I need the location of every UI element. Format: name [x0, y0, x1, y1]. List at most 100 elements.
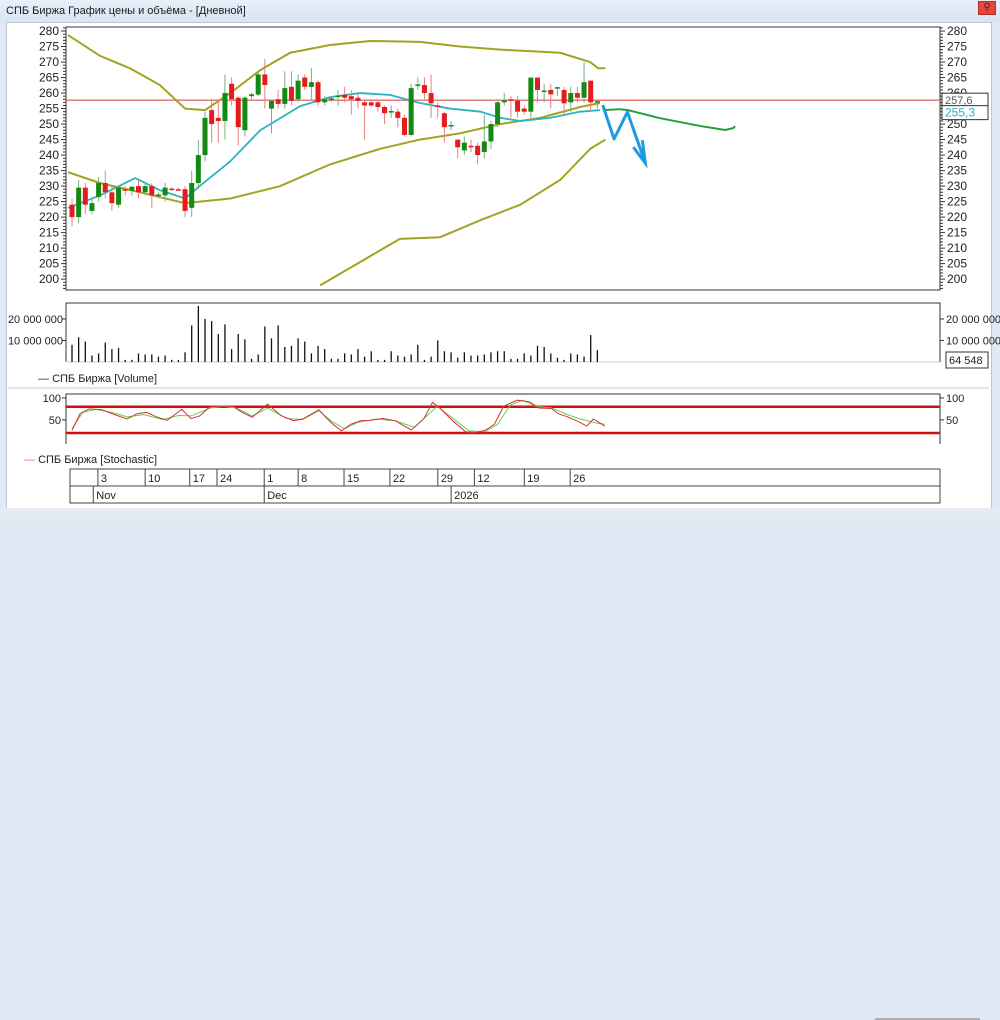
candle-body [182, 189, 188, 211]
candle-body [315, 82, 321, 103]
candle-body [428, 93, 434, 104]
candle-body [574, 93, 580, 98]
candle-body [528, 77, 534, 112]
candle-body [421, 84, 427, 94]
stochastic-legend: — СПБ Биржа [Stochastic] [24, 454, 157, 466]
candle-body [435, 105, 441, 108]
candle-body [362, 102, 368, 106]
candle-body [501, 100, 507, 103]
candle-body [136, 186, 141, 193]
chart-canvas[interactable]: 200 200205 205210 210215 215220 220225 225230 2… [0, 0, 1000, 521]
candle-body [195, 155, 201, 184]
candle-body [355, 97, 361, 101]
candle-body [515, 100, 521, 112]
candle-body [455, 139, 461, 148]
price-axis-label-left: 250 [39, 117, 59, 131]
candle-body [262, 74, 268, 85]
month-label: Nov [96, 490, 116, 502]
candle-body [568, 93, 574, 103]
stochastic-axis-label-right: 50 [946, 415, 958, 427]
volume-panel: 10 000 000 10 000 000 20 000 000 20 000 000… [8, 302, 1000, 369]
candle-body [328, 98, 334, 100]
candle-body [116, 187, 122, 205]
day-label: 3 [101, 473, 107, 485]
candle-body [521, 108, 527, 112]
price-axis-label-left: 210 [39, 241, 59, 255]
volume-axis-label-right: 10 000 000 [946, 335, 1000, 347]
candle-body [308, 82, 314, 87]
candle-body [189, 183, 195, 208]
stochastic-axis-label-left: 100 [43, 393, 61, 405]
price-axis-label-right: 245 [947, 133, 967, 147]
candle-body [388, 111, 394, 113]
candle [408, 83, 414, 137]
price-axis-label-right: 230 [947, 179, 967, 193]
candle-body [402, 117, 407, 135]
day-label: 15 [347, 473, 359, 485]
day-label: 10 [148, 473, 160, 485]
candle-body [149, 186, 155, 196]
candle-body [461, 142, 467, 151]
price-axis-label-right: 210 [947, 241, 967, 255]
candle-body [235, 97, 241, 128]
candle-body [76, 187, 82, 218]
month-label: 2026 [454, 490, 478, 502]
candle-body [222, 93, 228, 121]
day-label: 29 [441, 473, 453, 485]
price-axis-label-left: 200 [39, 272, 59, 286]
candle-body [162, 187, 168, 196]
day-label: 17 [193, 473, 205, 485]
candle-body [155, 194, 161, 196]
price-axis-label-right: 200 [947, 272, 967, 286]
candle-body [594, 101, 600, 103]
candle-body [288, 86, 294, 101]
candle-body [541, 90, 547, 93]
price-axis-label-left: 220 [39, 210, 59, 224]
candle-body [302, 77, 308, 87]
candle-body [488, 124, 494, 142]
candle-body [89, 203, 95, 211]
day-label: 22 [393, 473, 405, 485]
day-label: 19 [527, 473, 539, 485]
stochastic-plot-frame [65, 393, 941, 444]
candle-body [415, 84, 421, 86]
candle-body [375, 102, 381, 108]
price-axis-label-left: 230 [39, 179, 59, 193]
day-label: 26 [573, 473, 585, 485]
candle-body [554, 87, 560, 89]
candle-body [535, 77, 540, 90]
price-axis-label-right: 280 [947, 24, 967, 38]
volume-axis-label-left: 10 000 000 [8, 335, 63, 347]
price-axis-label-right: 220 [947, 210, 967, 224]
price-axis-label-right: 205 [947, 257, 967, 271]
day-label: 1 [267, 473, 273, 485]
candle-body [275, 99, 281, 104]
candle-body [448, 125, 454, 127]
price-axis-label-right: 215 [947, 226, 967, 240]
candle-body [295, 80, 301, 100]
candle-body [348, 96, 354, 100]
price-axis-label-left: 260 [39, 86, 59, 100]
stochastic-axis-label-right: 100 [946, 393, 964, 405]
day-label: 8 [301, 473, 307, 485]
candle-body [269, 100, 274, 109]
candle-body [175, 189, 181, 191]
candle-body [102, 183, 108, 193]
stochastic-d-line [71, 399, 605, 433]
candle-body [215, 117, 221, 121]
candle-body [69, 204, 75, 218]
candle [202, 111, 208, 162]
candle-body [209, 110, 215, 125]
candle-body [368, 102, 374, 106]
day-label: 24 [220, 473, 232, 485]
candle [315, 80, 321, 106]
candle [255, 71, 261, 97]
candle-body [335, 95, 341, 98]
candle-body [408, 88, 414, 135]
month-label: Dec [267, 490, 287, 502]
volume-axis-label-left: 20 000 000 [8, 314, 63, 326]
candle-body [82, 187, 88, 205]
candle-body [129, 186, 135, 191]
candle-body [342, 94, 348, 98]
price-axis-label-left: 270 [39, 55, 59, 69]
